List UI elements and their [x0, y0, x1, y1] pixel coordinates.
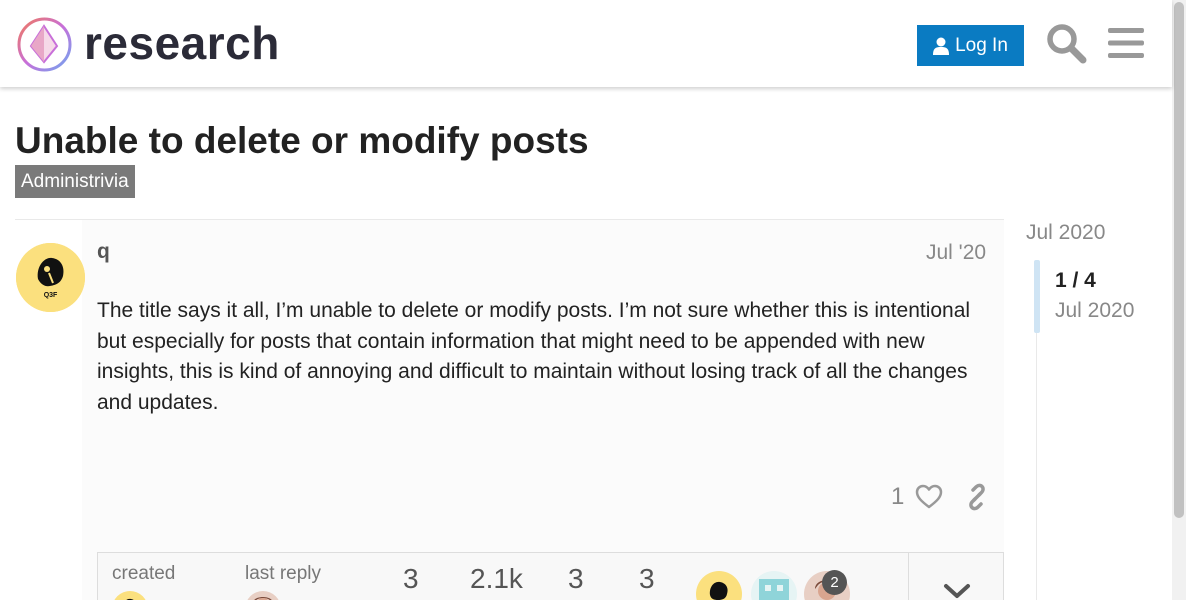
category-badge[interactable]: Administrivia: [15, 165, 135, 198]
post-date[interactable]: Jul '20: [926, 241, 986, 265]
logo-icon[interactable]: [16, 16, 73, 73]
like-count[interactable]: 1: [891, 483, 904, 511]
timeline-start-date[interactable]: Jul 2020: [1026, 221, 1105, 245]
chevron-down-icon: [944, 584, 970, 598]
timeline-handle[interactable]: [1034, 260, 1040, 333]
users-count[interactable]: 3: [568, 563, 584, 595]
svg-text:Q3F: Q3F: [44, 292, 58, 299]
participant-avatar[interactable]: [696, 571, 742, 600]
topic-map: created last reply 3 2.1k 3 3 2: [97, 552, 1004, 600]
last-reply-label: last reply: [245, 563, 322, 584]
timeline-current-date: Jul 2020: [1055, 299, 1135, 322]
expand-topic-map-button[interactable]: [908, 553, 1004, 600]
created-label: created: [112, 563, 176, 584]
site-header: research Log In: [0, 0, 1172, 87]
created-avatar[interactable]: [112, 591, 148, 600]
avatar[interactable]: Q3F: [16, 243, 85, 312]
links-count[interactable]: 3: [639, 563, 655, 595]
participant-avatar[interactable]: [751, 571, 797, 600]
link-icon[interactable]: [963, 483, 991, 511]
views-count: 2.1k: [470, 563, 523, 594]
post-count-badge: 2: [822, 570, 847, 595]
timeline-progress: 1 / 4: [1055, 269, 1096, 292]
heart-icon[interactable]: [915, 483, 943, 511]
login-button[interactable]: Log In: [917, 25, 1024, 66]
login-label: Log In: [955, 34, 1008, 56]
page-scrollbar[interactable]: [1172, 0, 1186, 600]
topic-title[interactable]: Unable to delete or modify posts: [15, 118, 589, 164]
scrollbar-thumb[interactable]: [1174, 2, 1184, 518]
replies-count[interactable]: 3: [403, 563, 419, 595]
menu-icon[interactable]: [1105, 22, 1147, 64]
post-body: The title says it all, I’m unable to del…: [97, 299, 971, 414]
search-icon[interactable]: [1045, 22, 1087, 64]
avatar-image: Q3F: [16, 243, 85, 312]
last-reply-avatar[interactable]: [245, 591, 281, 600]
user-icon: [933, 37, 950, 55]
post-username[interactable]: q: [97, 240, 110, 264]
site-brand[interactable]: research: [84, 13, 280, 73]
